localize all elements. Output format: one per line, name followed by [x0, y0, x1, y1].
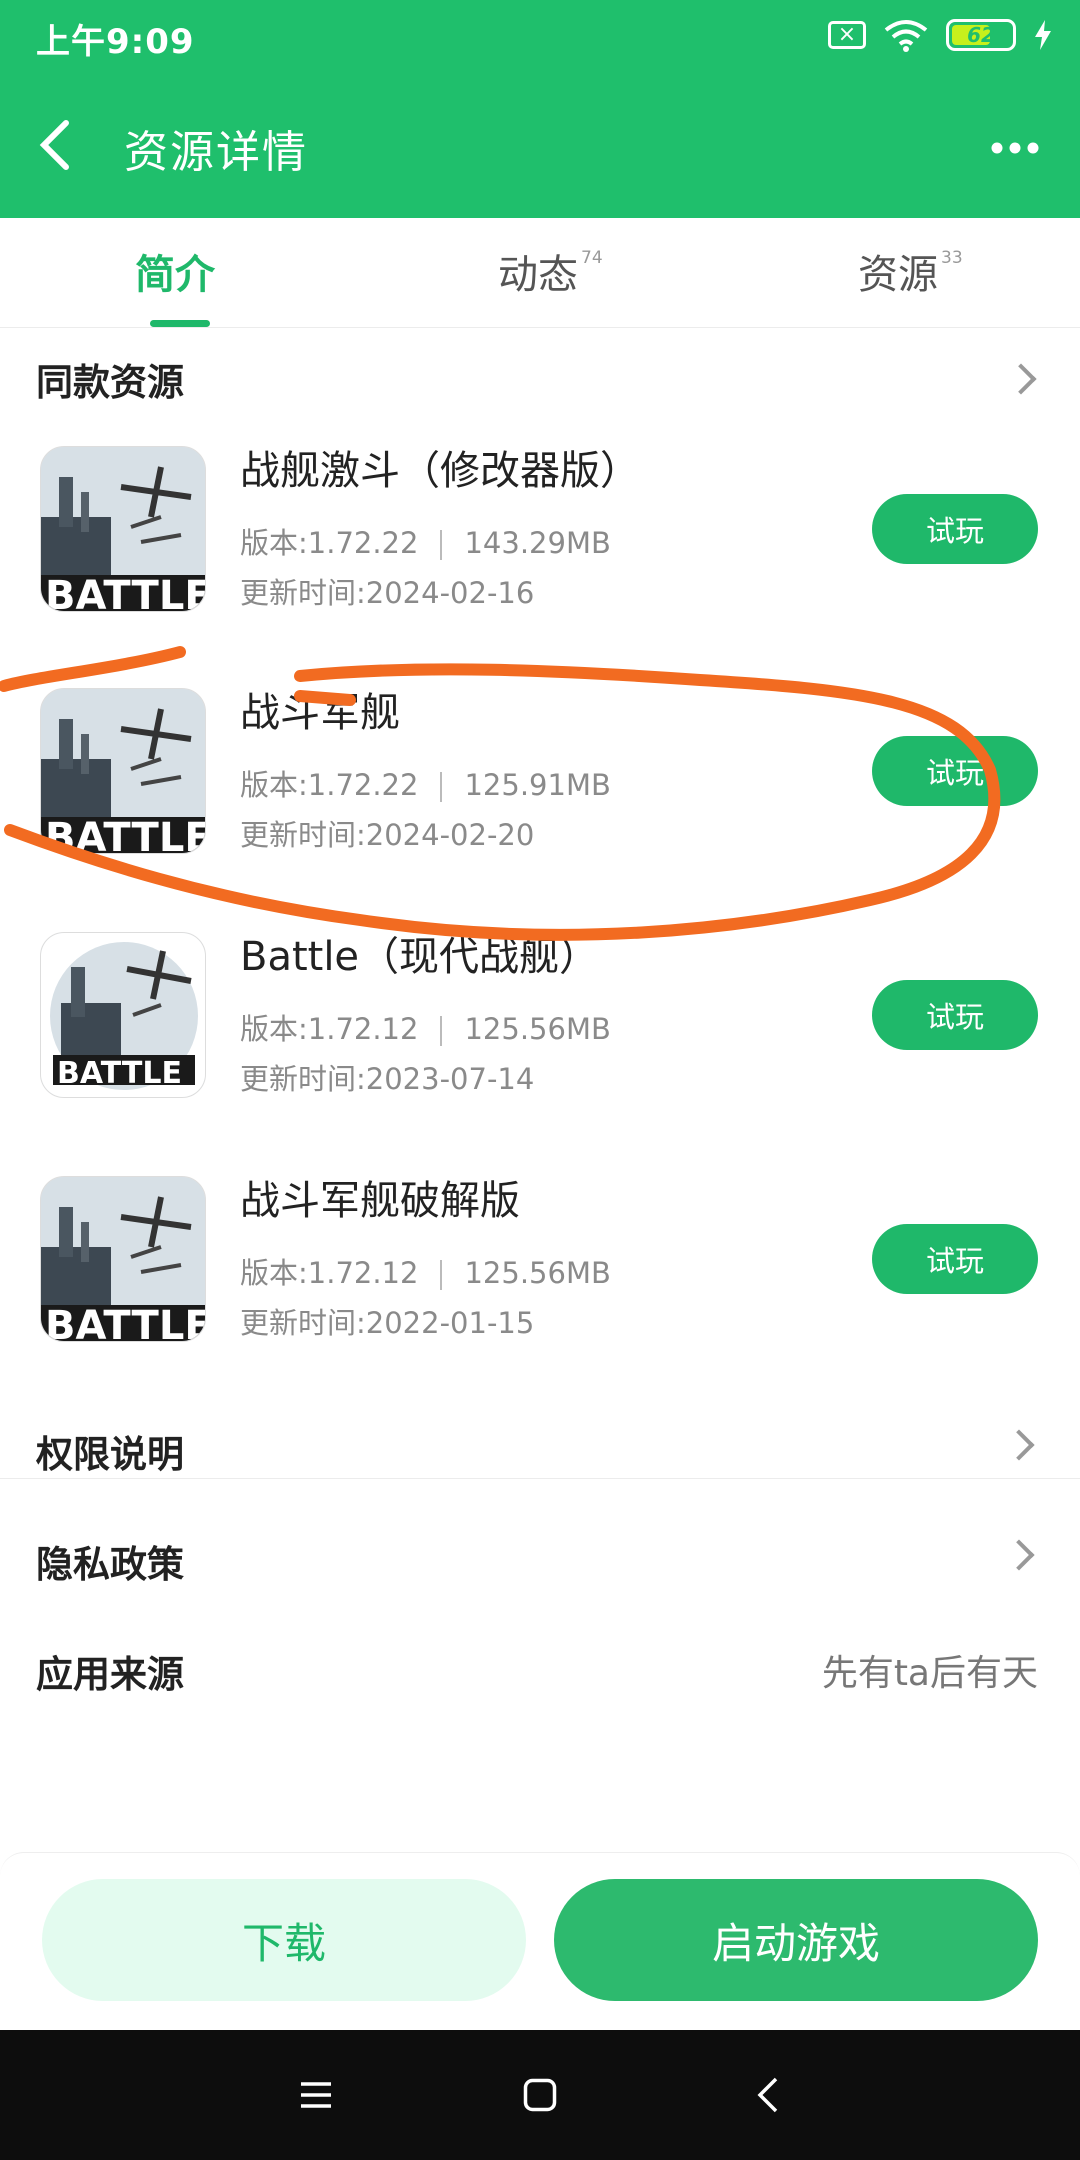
- info-label: 权限说明: [36, 1433, 184, 1476]
- chevron-right-icon: [1003, 1539, 1035, 1571]
- resource-meta: 版本:1.72.12 125.56MB: [240, 1250, 611, 1292]
- app-source-row: 应用来源 先有ta后有天: [0, 1614, 1080, 1724]
- tab-label: 动态: [498, 252, 578, 298]
- chevron-right-icon[interactable]: [1005, 363, 1037, 395]
- resource-version: 版本:1.72.22: [240, 768, 419, 802]
- home-icon: [523, 2078, 557, 2112]
- resource-name: 战舰激斗（修改器版）: [240, 448, 640, 494]
- resource-name: 战斗军舰: [240, 690, 400, 736]
- wifi-icon: [884, 20, 928, 52]
- icon-text: BATTLE: [57, 1056, 182, 1091]
- resource-size: 143.29MB: [464, 526, 611, 560]
- resource-updated: 更新时间:2023-07-14: [240, 1062, 535, 1096]
- chevron-right-icon: [1003, 1429, 1035, 1461]
- tab-bar: 简介 动态 74 资源 33: [0, 218, 1080, 328]
- game-icon: BATTLE: [40, 932, 206, 1098]
- battery-level: 62: [967, 23, 995, 47]
- resource-version: 版本:1.72.12: [240, 1012, 419, 1046]
- app-source-value: 先有ta后有天: [821, 1653, 1038, 1694]
- permissions-row[interactable]: 权限说明: [0, 1394, 1080, 1504]
- battery-icon: 62: [946, 19, 1016, 51]
- more-button[interactable]: [980, 118, 1050, 178]
- tab-count: 33: [941, 248, 963, 268]
- charging-icon: [1035, 20, 1051, 50]
- resource-version: 版本:1.72.22: [240, 526, 419, 560]
- info-label: 隐私政策: [36, 1543, 184, 1586]
- resource-updated: 更新时间:2024-02-20: [240, 818, 535, 852]
- tab-resources[interactable]: 资源 33: [858, 242, 963, 300]
- tab-label: 资源: [858, 252, 938, 298]
- game-icon: BATTLE: [40, 446, 206, 612]
- menu-icon: [301, 2082, 331, 2108]
- icon-text: BATTLE: [45, 815, 206, 854]
- tab-label: 简介: [135, 252, 215, 298]
- app-header: 上午9:09 × 62 资源详情: [0, 0, 1080, 218]
- home-button[interactable]: [500, 2060, 580, 2130]
- system-nav-bar: [0, 2030, 1080, 2160]
- bottom-action-bar: 下载 启动游戏: [0, 1852, 1080, 2030]
- resource-name: Battle（现代战舰）: [240, 934, 600, 980]
- resource-item[interactable]: BATTLE 战斗军舰破解版 版本:1.72.12 125.56MB 更新时间:2…: [0, 1176, 1080, 1376]
- try-button[interactable]: 试玩: [872, 494, 1038, 564]
- resource-meta: 版本:1.72.22 125.91MB: [240, 762, 611, 804]
- launch-game-button[interactable]: 启动游戏: [554, 1879, 1038, 2001]
- no-sim-icon: ×: [828, 21, 866, 49]
- status-time: 上午9:09: [36, 22, 195, 62]
- tab-count: 74: [581, 248, 603, 268]
- nav-back-button[interactable]: [728, 2060, 808, 2130]
- resource-size: 125.56MB: [464, 1012, 611, 1046]
- resource-meta: 版本:1.72.12 125.56MB: [240, 1006, 611, 1048]
- icon-text: BATTLE: [45, 1303, 206, 1342]
- chevron-left-icon: [39, 120, 69, 170]
- try-button[interactable]: 试玩: [872, 736, 1038, 806]
- more-dots-icon: [991, 142, 1039, 154]
- back-button[interactable]: [30, 110, 80, 180]
- download-button[interactable]: 下载: [42, 1879, 526, 2001]
- privacy-policy-row[interactable]: 隐私政策: [0, 1504, 1080, 1614]
- resource-detail-screen: 上午9:09 × 62 资源详情 简介 动态 74 资源 33 同款资源 BAT…: [0, 0, 1080, 2160]
- try-button[interactable]: 试玩: [872, 980, 1038, 1050]
- resource-meta: 版本:1.72.22 143.29MB: [240, 520, 611, 562]
- resource-updated: 更新时间:2022-01-15: [240, 1306, 535, 1340]
- resource-size: 125.56MB: [464, 1256, 611, 1290]
- menu-button[interactable]: [276, 2060, 356, 2130]
- status-icons: × 62: [828, 18, 1052, 52]
- section-title: 同款资源: [36, 361, 184, 404]
- resource-item[interactable]: BATTLE 战斗军舰 版本:1.72.22 125.91MB 更新时间:2024…: [0, 688, 1080, 888]
- page-title: 资源详情: [124, 127, 308, 178]
- resource-item[interactable]: BATTLE Battle（现代战舰） 版本:1.72.12 125.56MB 更…: [0, 932, 1080, 1132]
- resource-version: 版本:1.72.12: [240, 1256, 419, 1290]
- game-icon: BATTLE: [40, 688, 206, 854]
- try-button[interactable]: 试玩: [872, 1224, 1038, 1294]
- game-icon: BATTLE: [40, 1176, 206, 1342]
- resource-item[interactable]: BATTLE 战舰激斗（修改器版） 版本:1.72.22 143.29MB 更新时…: [0, 446, 1080, 646]
- resource-name: 战斗军舰破解版: [240, 1178, 520, 1224]
- icon-text: BATTLE: [45, 573, 206, 612]
- divider: [0, 1478, 1080, 1479]
- info-label: 应用来源: [36, 1653, 184, 1696]
- tab-indicator: [150, 320, 210, 327]
- tab-intro[interactable]: 简介: [135, 242, 215, 300]
- resource-size: 125.91MB: [464, 768, 611, 802]
- resource-updated: 更新时间:2024-02-16: [240, 576, 535, 610]
- tab-activity[interactable]: 动态 74: [498, 242, 603, 300]
- chevron-left-icon: [757, 2077, 778, 2113]
